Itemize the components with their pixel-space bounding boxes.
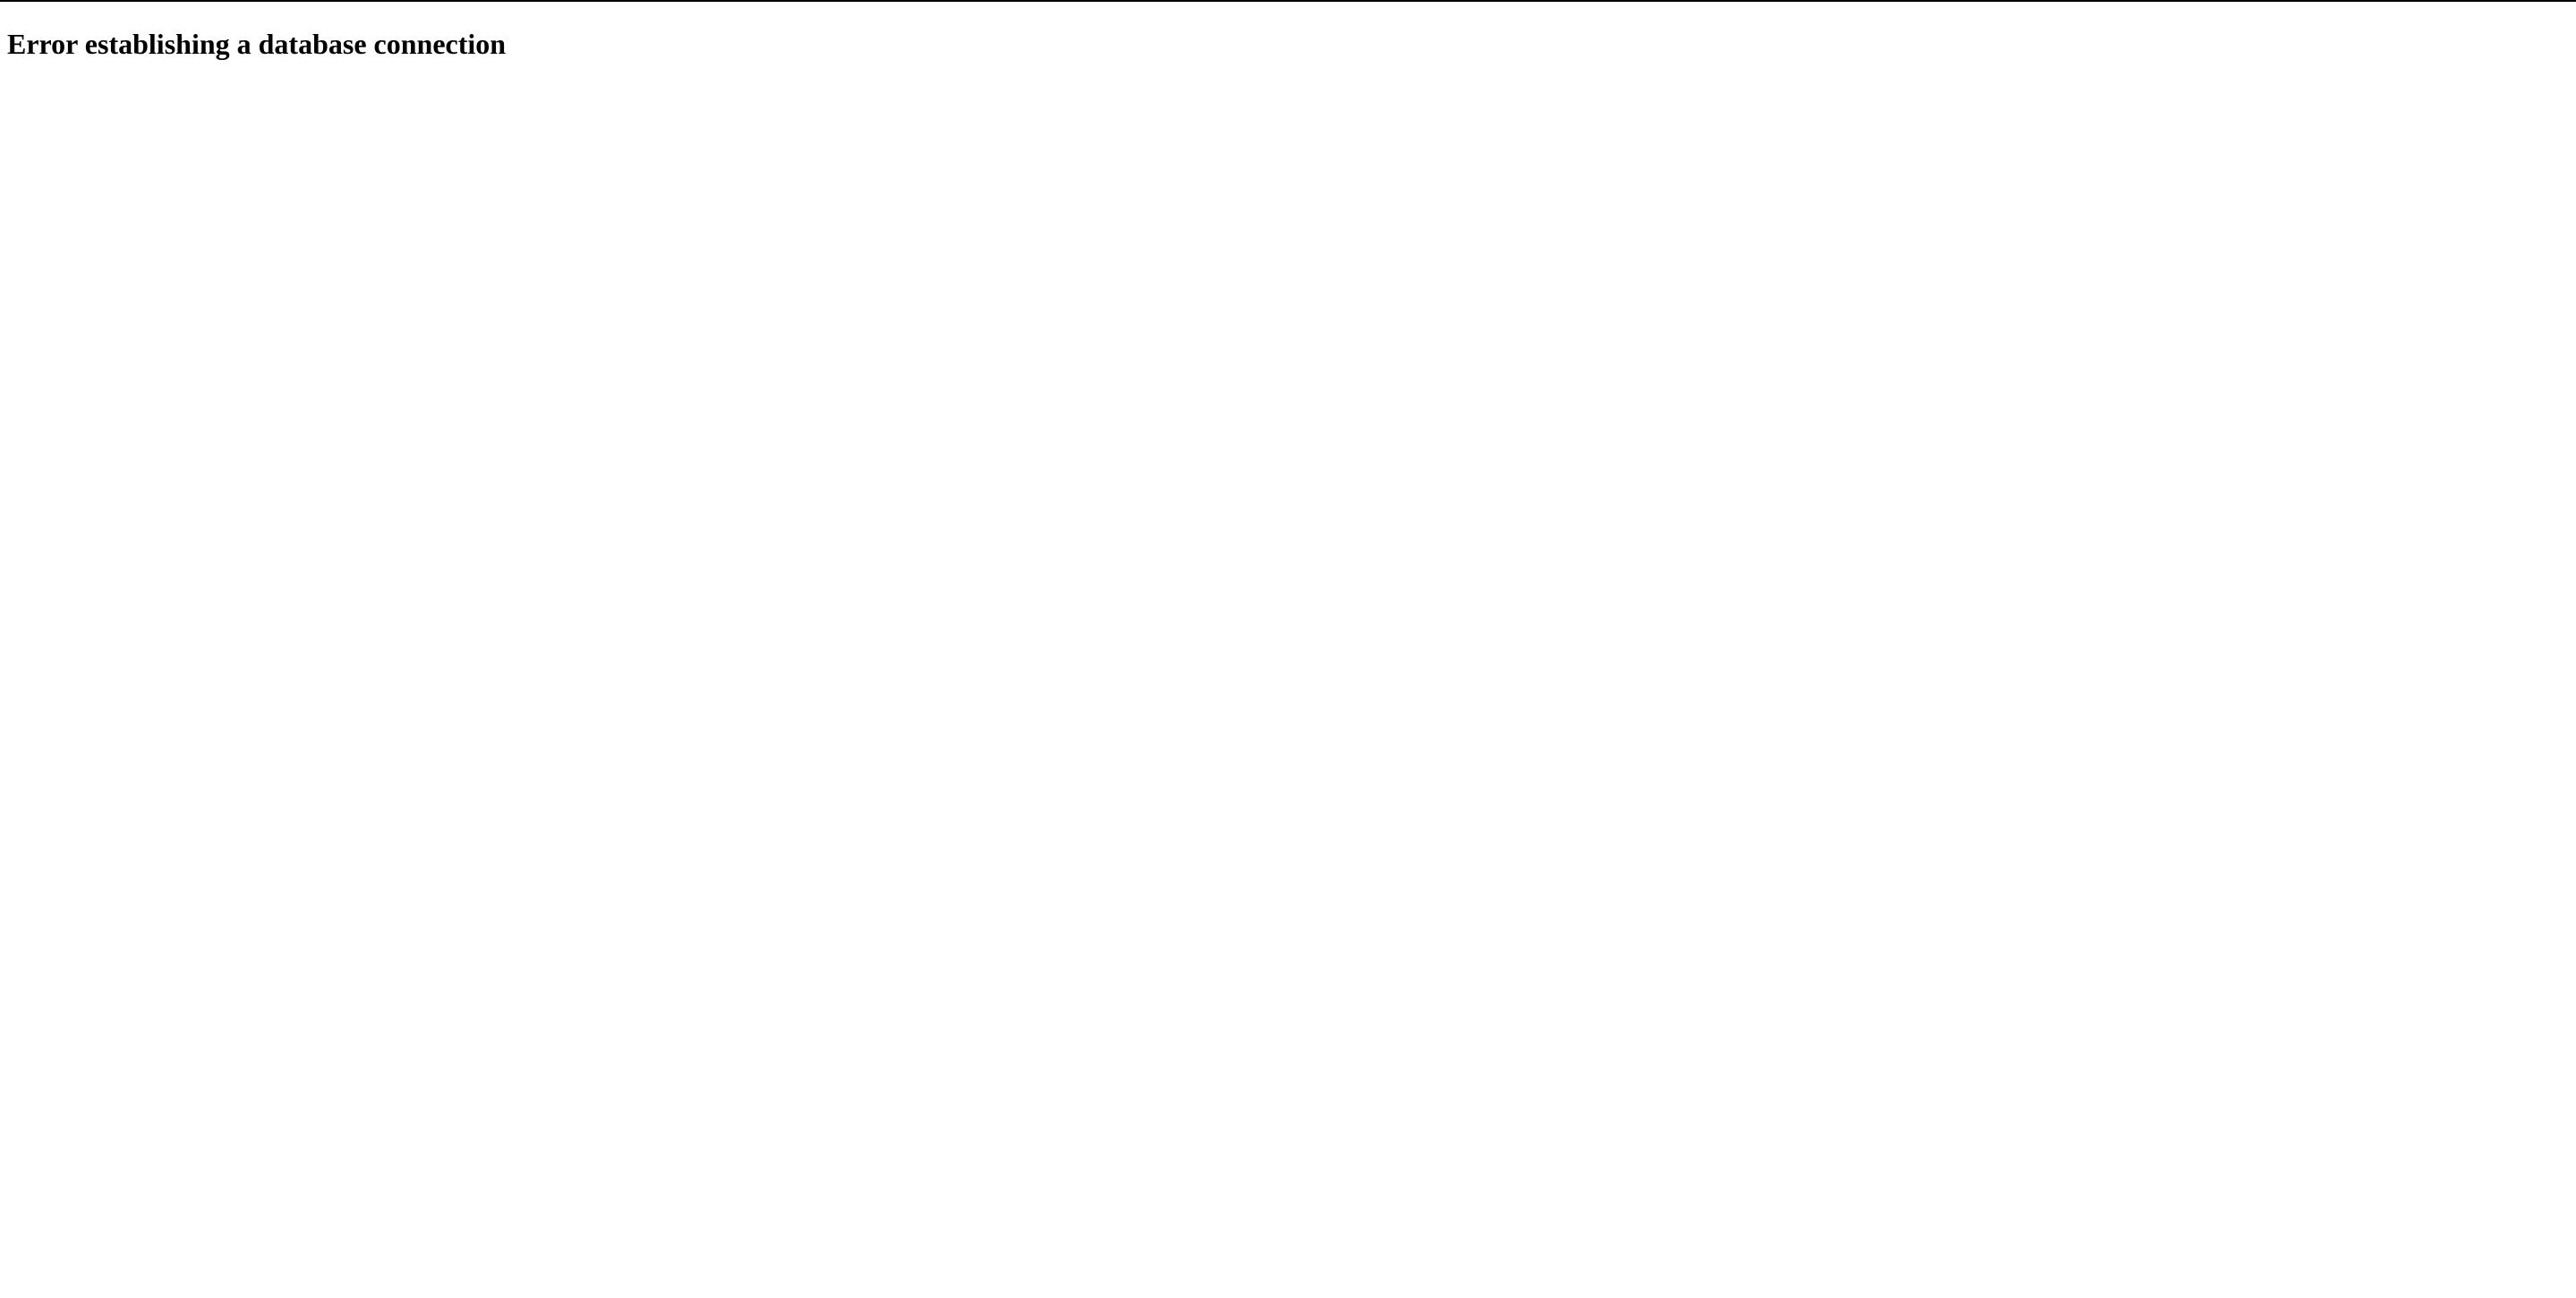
error-page: Error establishing a database connection: [0, 0, 2576, 88]
error-heading: Error establishing a database connection: [7, 28, 2569, 61]
